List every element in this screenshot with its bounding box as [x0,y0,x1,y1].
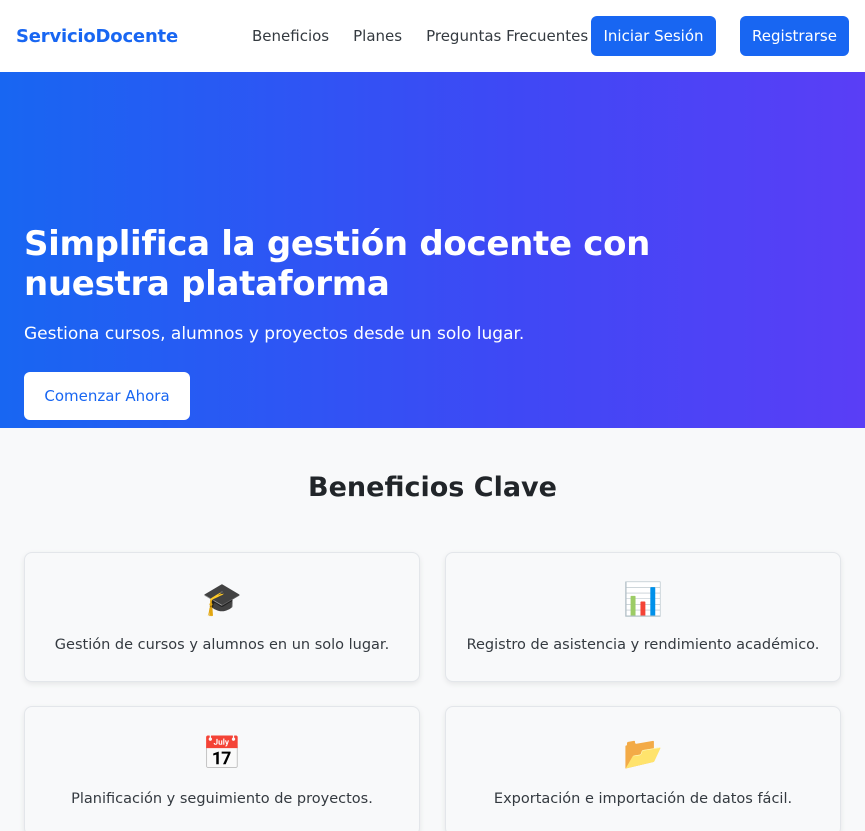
nav-link-planes[interactable]: Planes [353,27,402,45]
benefit-text: Exportación e importación de datos fácil… [493,791,793,807]
benefit-card: 📅 Planificación y seguimiento de proyect… [24,706,420,831]
graduation-cap-icon: 🎓 [202,580,242,618]
hero-title: Simplifica la gestión docente con nuestr… [24,224,651,304]
benefit-text: Registro de asistencia y rendimiento aca… [466,637,820,653]
hero-section: Simplifica la gestión docente con nuestr… [0,72,865,428]
nav-link-preguntas[interactable]: Preguntas Frecuentes [426,27,588,45]
folder-icon: 📂 [623,734,663,772]
register-button[interactable]: Registrarse [740,16,849,56]
benefits-title: Beneficios Clave [308,472,557,503]
nav-links: Beneficios Planes Preguntas Frecuentes [252,0,612,72]
benefits-section: Beneficios Clave 🎓 Gestión de cursos y a… [0,428,865,831]
benefit-card: 📊 Registro de asistencia y rendimiento a… [445,552,841,682]
benefit-card: 🎓 Gestión de cursos y alumnos en un solo… [24,552,420,682]
bar-chart-icon: 📊 [623,580,663,618]
benefit-card: 📂 Exportación e importación de datos fác… [445,706,841,831]
brand-logo[interactable]: ServicioDocente [16,26,178,47]
navbar: ServicioDocente Beneficios Planes Pregun… [0,0,865,72]
nav-link-beneficios[interactable]: Beneficios [252,27,329,45]
calendar-icon: 📅 [202,734,242,772]
hero-subtitle: Gestiona cursos, alumnos y proyectos des… [24,324,525,344]
start-now-button[interactable]: Comenzar Ahora [24,372,190,420]
login-button[interactable]: Iniciar Sesión [591,16,716,56]
benefit-text: Planificación y seguimiento de proyectos… [71,791,373,807]
benefit-text: Gestión de cursos y alumnos en un solo l… [54,637,390,653]
